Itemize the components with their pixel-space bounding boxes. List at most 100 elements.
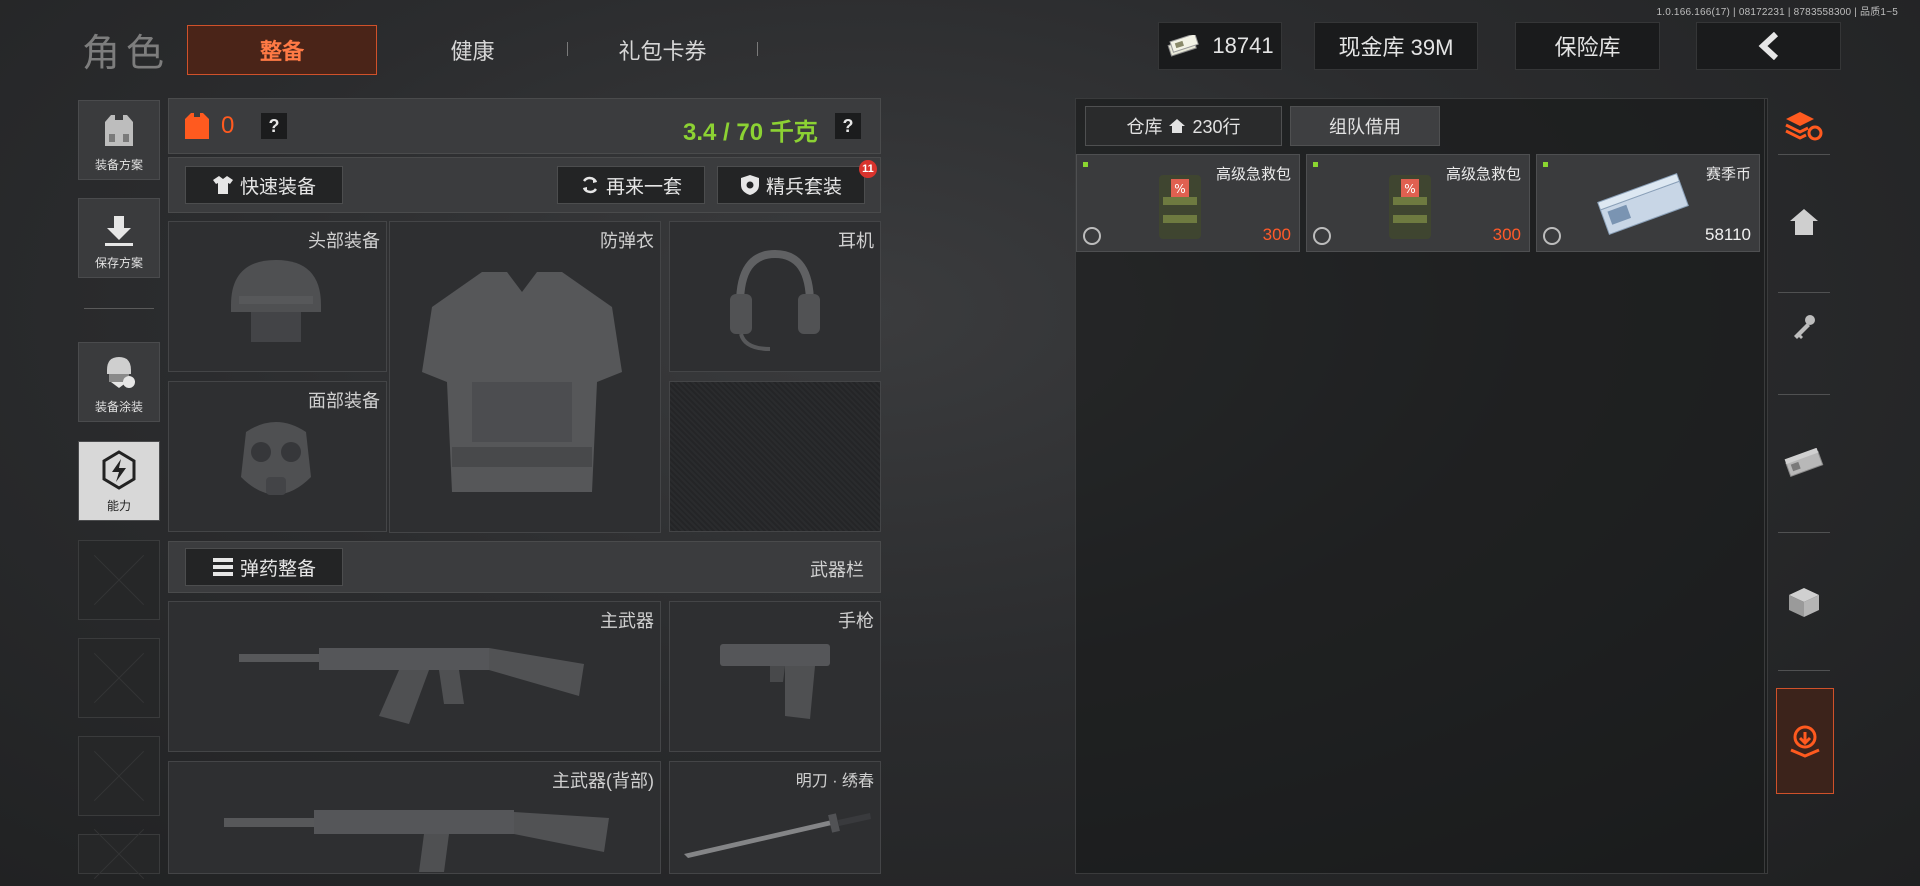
version-text: 1.0.166.166(17) | 08172231 | 8783558300 …: [1656, 7, 1898, 18]
rail-divider: [1778, 154, 1830, 155]
shirt-icon: [212, 176, 233, 194]
armor-vest-art: [422, 272, 622, 492]
ability-icon: [102, 450, 136, 490]
rail-divider: [1778, 292, 1830, 293]
layers-refresh-icon: [1785, 112, 1823, 141]
back-button[interactable]: [1696, 22, 1841, 70]
safe-vault-button[interactable]: 保险库: [1515, 22, 1660, 70]
armor-vest-icon: [185, 113, 209, 139]
cash-icon: [1166, 33, 1200, 57]
helmet-icon: [231, 260, 321, 342]
loadout-action-bar: 快速装备 再来一套 精兵套装 11: [168, 157, 881, 213]
sword-icon: [684, 813, 871, 858]
crate-icon: [1789, 588, 1819, 617]
slot-head-label: 头部装备: [308, 231, 380, 251]
sidebar-item-label: 装备方案: [94, 158, 143, 172]
cash-vault-button[interactable]: 现金库 39M: [1314, 22, 1478, 70]
slot-pistol-label: 手枪: [838, 611, 874, 631]
rail-divider: [1778, 394, 1830, 395]
item-name: 赛季币: [1705, 166, 1751, 183]
slot-armor-label: 防弹衣: [600, 231, 654, 251]
item-name: 高级急救包: [1215, 166, 1291, 183]
item-value: 300: [1262, 225, 1291, 244]
svg-text:%: %: [1174, 182, 1185, 196]
sidebar-divider: [84, 308, 154, 309]
sidebar-save-plan[interactable]: 保存方案: [78, 198, 160, 278]
ammo-prep-button[interactable]: 弹药整备: [185, 548, 343, 586]
refresh-icon: [582, 176, 598, 194]
quality-indicator: [1543, 162, 1548, 167]
rail-home-button[interactable]: [1778, 196, 1830, 248]
sidebar-ability[interactable]: 能力: [78, 441, 160, 521]
weight-readout: 3.4 / 70 千克: [683, 119, 818, 146]
repeat-set-label: 再来一套: [605, 176, 682, 198]
armor-help-button[interactable]: ?: [261, 113, 287, 139]
rail-crate-button[interactable]: [1778, 576, 1830, 628]
tab-gift-coupons[interactable]: 礼包卡券: [590, 25, 735, 75]
tab-storage-label: 仓库: [1126, 117, 1163, 137]
ammo-icon: [212, 558, 233, 576]
slot-headset-label: 耳机: [838, 231, 874, 251]
slot-primary-back[interactable]: 主武器(背部): [168, 761, 661, 874]
svg-text:%: %: [1404, 182, 1415, 196]
gas-mask-icon: [241, 422, 311, 495]
warehouse-item[interactable]: 赛季币 58110: [1536, 154, 1760, 252]
slot-locked: [669, 381, 881, 532]
tab-team-borrow[interactable]: 组队借用: [1290, 106, 1440, 146]
tab-health[interactable]: 健康: [400, 25, 545, 75]
warehouse-item[interactable]: % 高级急救包 300: [1076, 154, 1300, 252]
quick-equip-button[interactable]: 快速装备: [185, 166, 343, 204]
rail-switch-button[interactable]: [1778, 100, 1830, 152]
rail-cash-button[interactable]: [1778, 437, 1830, 489]
insurance-icon: [1083, 227, 1101, 245]
quick-equip-label: 快速装备: [239, 176, 316, 198]
elite-set-button[interactable]: 精兵套装: [717, 166, 865, 204]
key-icon: [1794, 315, 1815, 339]
slot-melee[interactable]: 明刀 · 绣春: [669, 761, 881, 874]
pistol-icon: [720, 644, 830, 719]
shield-icon: [740, 175, 759, 195]
tab-divider: [567, 42, 568, 56]
item-value: 300: [1492, 225, 1521, 244]
cash-icon: [1784, 448, 1824, 477]
tab-storage[interactable]: 仓库 230行: [1085, 106, 1282, 146]
repeat-set-button[interactable]: 再来一套: [557, 166, 705, 204]
weapon-bar-header: 弹药整备 武器栏: [168, 541, 881, 593]
item-value: 58110: [1704, 225, 1751, 244]
page-title: 角色: [82, 33, 171, 75]
insurance-icon: [1543, 227, 1561, 245]
currency-amount: 18741: [1212, 33, 1274, 58]
sidebar-empty-slot: [78, 834, 160, 874]
weight-help-button[interactable]: ?: [835, 113, 861, 139]
home-icon: [1790, 209, 1818, 235]
rail-deposit-button[interactable]: [1776, 688, 1834, 794]
sidebar-empty-slot: [78, 736, 160, 816]
season-coin-icon: [1597, 173, 1689, 235]
vest-icon: [105, 115, 133, 146]
medkit-icon: %: [1389, 175, 1431, 239]
slot-headset[interactable]: 耳机: [669, 221, 881, 372]
sidebar-equipment-skin[interactable]: 装备涂装: [78, 342, 160, 422]
slot-melee-label: 明刀 · 绣春: [795, 773, 874, 790]
quality-indicator: [1083, 162, 1088, 167]
slot-armor[interactable]: 防弹衣: [389, 221, 661, 533]
sidebar-loadout-plans[interactable]: 装备方案: [78, 100, 160, 180]
warehouse-item[interactable]: % 高级急救包 300: [1306, 154, 1530, 252]
medkit-icon: %: [1159, 175, 1201, 239]
helmet-skin-icon: [107, 357, 135, 388]
deposit-icon: [1790, 725, 1820, 758]
rail-key-button[interactable]: [1778, 300, 1830, 352]
insurance-icon: [1313, 227, 1331, 245]
home-icon: [1169, 119, 1186, 133]
slot-face[interactable]: 面部装备: [168, 381, 387, 532]
tab-loadout[interactable]: 整备: [187, 25, 377, 75]
sidebar-empty-slot: [78, 540, 160, 620]
ammo-prep-label: 弹药整备: [239, 558, 316, 580]
chevron-left-icon: [1758, 32, 1778, 60]
rail-divider: [1778, 532, 1830, 533]
slot-head[interactable]: 头部装备: [168, 221, 387, 372]
slot-pistol[interactable]: 手枪: [669, 601, 881, 752]
rifle-icon: [224, 810, 609, 872]
currency-display: 18741: [1158, 22, 1282, 70]
slot-primary-weapon[interactable]: 主武器: [168, 601, 661, 752]
